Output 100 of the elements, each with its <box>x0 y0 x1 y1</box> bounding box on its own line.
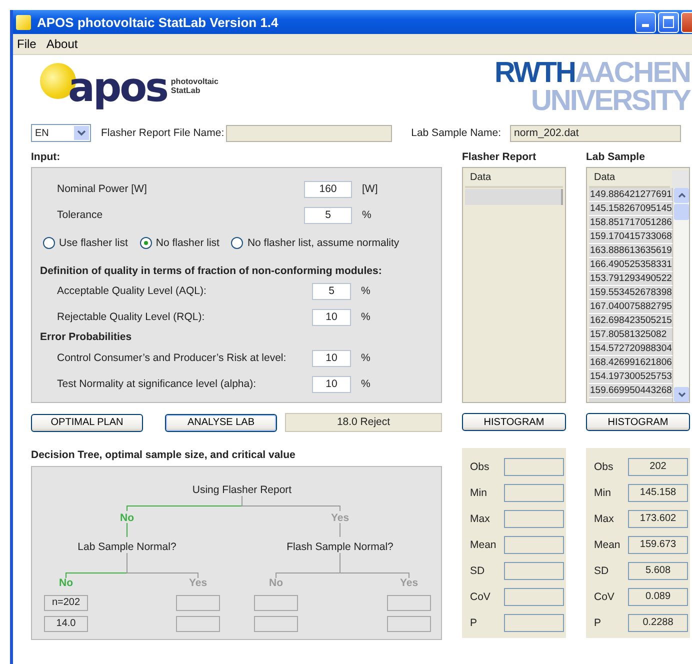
section-heading: Decision Tree, optimal sample size, and critical value <box>31 449 296 463</box>
table-cell: 158.851717051286 <box>589 216 674 230</box>
app-icon <box>16 14 31 30</box>
histogram-button[interactable]: HISTOGRAM <box>462 413 566 431</box>
output-field: 14.0 <box>44 616 88 632</box>
menu-item[interactable]: File <box>17 37 36 51</box>
stat-label: SD <box>594 565 610 577</box>
scroll-down-icon[interactable] <box>674 387 689 402</box>
field-label: Control Consumer’s and Producer’s Risk at level: <box>57 352 288 364</box>
stat-value-field <box>504 588 564 606</box>
table-cell: 159.170415733068 <box>589 230 674 244</box>
branch-label: No <box>59 577 73 590</box>
output-field <box>176 616 220 632</box>
stat-label: SD <box>470 565 486 577</box>
analyse-lab-button[interactable]: ANALYSE LAB <box>165 414 277 432</box>
stat-label: Mean <box>594 539 622 551</box>
input-field[interactable]: 10 <box>312 376 351 392</box>
field-label: Flasher Report File Name: <box>101 127 224 139</box>
table-cell: 162.698423505215 <box>589 314 674 328</box>
stat-value-field <box>504 562 564 580</box>
scrollbar[interactable] <box>674 188 689 402</box>
radio-option[interactable]: No flasher list <box>140 237 220 249</box>
unit-label: % <box>361 311 370 323</box>
table-cell: 167.040075882795 <box>589 300 674 314</box>
stat-value-field: 0.089 <box>628 588 688 606</box>
tree-node-label: Using Flasher Report <box>192 484 292 497</box>
column-header[interactable]: Data <box>465 170 563 188</box>
table-cell: 159.553452678398 <box>589 286 674 300</box>
stat-value-field: 5.608 <box>628 562 688 580</box>
optimal-plan-button[interactable]: OPTIMAL PLAN <box>31 414 143 432</box>
section-heading: Flasher Report <box>462 151 538 165</box>
input-field[interactable]: 5 <box>312 282 351 300</box>
logo-wordmark: RWTH <box>494 60 575 88</box>
connector-line <box>126 522 128 538</box>
stat-label: Max <box>594 513 615 525</box>
unit-label: % <box>361 378 370 390</box>
table-cell: 168.426991621806 <box>589 356 674 370</box>
stat-value-field <box>504 484 564 502</box>
logo-wordmark: UNIVERSITY <box>530 88 690 116</box>
stat-label: Obs <box>594 461 614 473</box>
field-label: Lab Sample Name: <box>411 127 502 139</box>
column-header[interactable]: Data <box>589 170 670 188</box>
logo-wordmark: apos <box>68 68 167 108</box>
table-cell: 149.886421277691 <box>589 188 674 202</box>
stat-label: CoV <box>470 591 492 603</box>
input-field[interactable]: 5 <box>304 206 352 224</box>
field-label: Nominal Power [W] <box>57 183 148 195</box>
menu-item[interactable]: About <box>46 37 78 51</box>
language-dropdown[interactable]: EN <box>31 124 91 142</box>
stat-value-field <box>504 458 564 476</box>
output-field <box>387 616 431 632</box>
header-corner <box>672 170 689 188</box>
section-heading: Error Probabilities <box>40 331 133 343</box>
stat-label: Min <box>470 487 488 499</box>
unit-label: % <box>362 209 372 221</box>
stat-value-field: 0.2288 <box>628 614 688 632</box>
logo-wordmark: AACHEN <box>574 60 690 88</box>
radio-option[interactable]: Use flasher list <box>43 237 128 249</box>
stat-value-field: 202 <box>628 458 688 476</box>
window-title: APOS photovoltaic StatLab Version 1.4 <box>37 14 280 30</box>
histogram-button[interactable]: HISTOGRAM <box>586 413 690 431</box>
section-heading: Definition of quality in terms of fraction of non-conforming modules: <box>40 265 383 277</box>
stat-label: Max <box>470 513 491 525</box>
input-field[interactable]: 160 <box>304 180 352 198</box>
scroll-thumb[interactable] <box>674 204 689 220</box>
table-cell: 154.572720988304 <box>589 342 674 356</box>
branch-label: Yes <box>400 577 418 590</box>
logo-tagline: StatLab <box>170 86 202 95</box>
output-field <box>387 595 431 611</box>
field-label: Acceptable Quality Level (AQL): <box>57 285 208 297</box>
stat-value-field <box>504 536 564 554</box>
stat-label: CoV <box>594 591 616 603</box>
table-cell: 153.791293490522 <box>589 272 674 286</box>
field-label: Test Normality at significance level (alpha): <box>57 378 257 390</box>
stat-label: P <box>594 617 602 629</box>
input-field[interactable]: 10 <box>312 350 351 366</box>
maximize-button[interactable] <box>658 12 679 32</box>
branch-label: Yes <box>188 577 208 590</box>
table-cell: 159.669950443268 <box>589 384 674 398</box>
result-field: 18.0 Reject <box>285 413 442 432</box>
stat-value-field: 173.602 <box>628 510 688 528</box>
stat-value-field: 145.158 <box>628 484 688 502</box>
field-label: Rejectable Quality Level (RQL): <box>57 311 206 323</box>
section-heading: Lab Sample <box>586 151 646 165</box>
output-field <box>254 616 298 632</box>
unit-label: % <box>361 285 370 297</box>
table-cell: 145.158267095145 <box>589 202 674 216</box>
stat-label: P <box>470 617 478 629</box>
branch-label: No <box>120 512 134 525</box>
table-cell: 154.197300525753 <box>589 370 674 384</box>
field-label: Tolerance <box>57 209 104 221</box>
stat-value-field: 159.673 <box>628 536 688 554</box>
section-heading: Input: <box>31 151 62 165</box>
radio-option[interactable]: No flasher list, assume normality <box>231 237 400 249</box>
scroll-up-icon[interactable] <box>674 188 689 203</box>
unit-label: % <box>361 352 370 364</box>
minimize-button[interactable] <box>635 12 656 32</box>
output-field <box>254 595 298 611</box>
output-field: n=202 <box>44 595 88 611</box>
input-field[interactable]: 10 <box>312 308 351 326</box>
